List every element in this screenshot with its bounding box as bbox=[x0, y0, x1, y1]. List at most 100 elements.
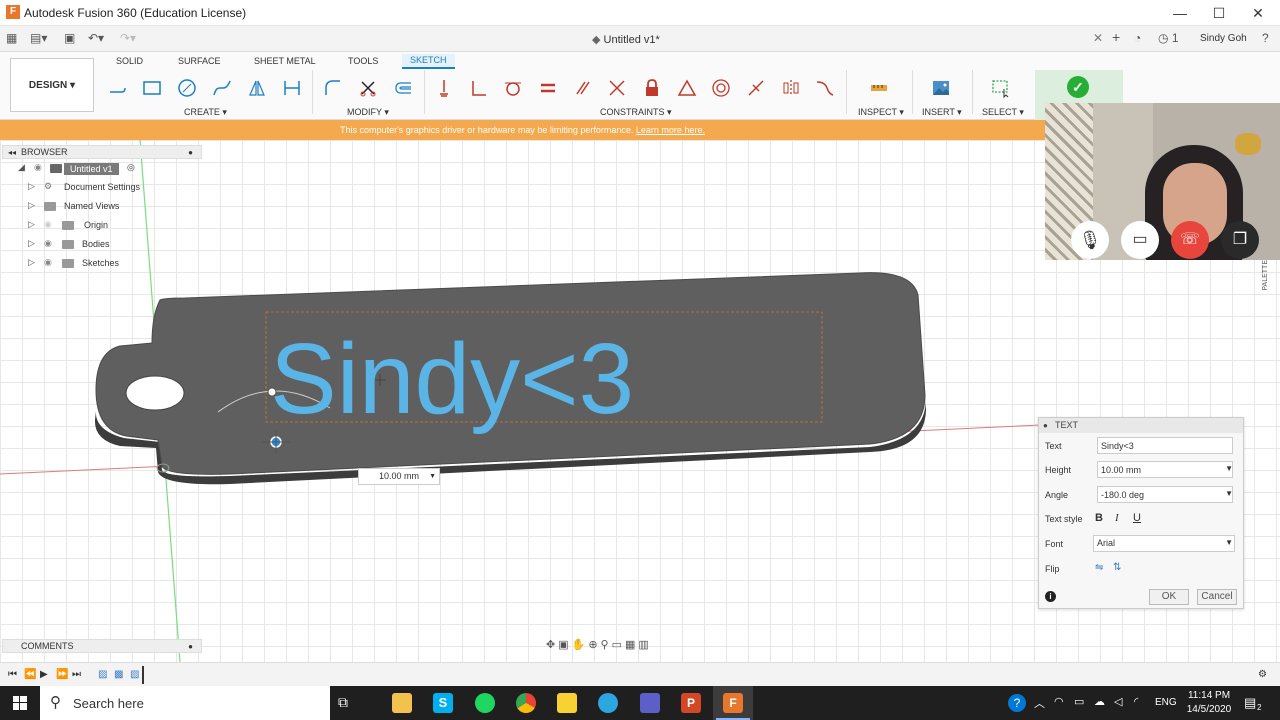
height-caret-icon[interactable]: ▼ bbox=[1225, 464, 1233, 473]
expand-icon[interactable]: ▷ bbox=[28, 257, 35, 268]
action-center-icon[interactable]: ▤ bbox=[1244, 695, 1256, 711]
teams-icon[interactable] bbox=[640, 693, 660, 713]
collapse-icon[interactable]: ◂◂ bbox=[8, 146, 16, 159]
visibility-icon[interactable]: ◉ bbox=[44, 257, 52, 268]
go-to-end-icon[interactable]: ⏭ bbox=[72, 669, 81, 680]
rectangle-tool-icon[interactable] bbox=[139, 76, 165, 100]
visibility-off-icon[interactable]: ◉ bbox=[44, 219, 52, 230]
notifications-icon[interactable]: ◷ 1 bbox=[1158, 31, 1179, 45]
browser-header[interactable]: ◂◂ BROWSER ● bbox=[2, 145, 202, 159]
ok-button[interactable]: OK bbox=[1149, 589, 1189, 605]
circle-tool-icon[interactable] bbox=[174, 76, 200, 100]
play-icon[interactable]: ▶ bbox=[40, 669, 48, 680]
angle-input[interactable] bbox=[1097, 486, 1233, 503]
triangle-constraint-icon[interactable] bbox=[674, 76, 700, 100]
orbit-icon[interactable]: ✥ bbox=[546, 639, 558, 651]
clock-time[interactable]: 11:14 PM bbox=[1186, 690, 1232, 701]
tab-solid[interactable]: SOLID bbox=[116, 56, 143, 66]
spotify-icon[interactable] bbox=[475, 693, 495, 713]
expand-icon[interactable]: ▷ bbox=[28, 200, 35, 211]
network-icon[interactable]: ◠ bbox=[1054, 695, 1064, 708]
angle-caret-icon[interactable]: ▼ bbox=[1225, 489, 1233, 498]
height-input[interactable] bbox=[1097, 461, 1233, 478]
tangent-constraint-icon[interactable] bbox=[500, 76, 526, 100]
file-explorer-icon[interactable] bbox=[392, 693, 412, 713]
clock-date[interactable]: 14/5/2020 bbox=[1186, 704, 1232, 715]
tab-sketch[interactable]: SKETCH bbox=[402, 54, 455, 69]
timeline-feature-icon[interactable]: ▩ bbox=[114, 669, 123, 680]
language-indicator[interactable]: ENG bbox=[1155, 697, 1177, 708]
expand-icon[interactable]: ▷ bbox=[28, 238, 35, 249]
battery-icon[interactable]: ▭ bbox=[1074, 695, 1084, 708]
help-tray-icon[interactable]: ? bbox=[1008, 694, 1026, 712]
activate-icon[interactable]: ◎ bbox=[127, 162, 135, 173]
onedrive-icon[interactable]: ☁ bbox=[1094, 695, 1105, 708]
viewports-icon[interactable]: ▥ bbox=[638, 639, 651, 651]
zoom-window-icon[interactable]: ⊕ bbox=[588, 639, 600, 651]
user-account[interactable]: Sindy Goh bbox=[1200, 33, 1247, 44]
comments-panel[interactable]: COMMENTS ● bbox=[2, 639, 202, 653]
grid-menu-icon[interactable]: ▦ bbox=[6, 31, 17, 45]
modify-menu[interactable]: MODIFY ▾ bbox=[347, 107, 389, 118]
fusion-taskbar-icon[interactable]: F bbox=[723, 693, 743, 713]
expand-icon[interactable]: ▷ bbox=[28, 219, 35, 230]
wifi-icon[interactable]: ◜ bbox=[1134, 695, 1138, 708]
minimize-button[interactable]: — bbox=[1160, 0, 1200, 26]
fillet-tool-icon[interactable] bbox=[320, 76, 346, 100]
start-button[interactable] bbox=[0, 686, 40, 720]
visibility-icon[interactable]: ◉ bbox=[34, 162, 42, 173]
italic-button[interactable]: I bbox=[1115, 512, 1119, 524]
dropdown-caret-icon[interactable]: ▼ bbox=[429, 469, 436, 484]
flip-vertical-icon[interactable]: ⇅ bbox=[1113, 562, 1121, 573]
concentric-constraint-icon[interactable] bbox=[708, 76, 734, 100]
expand-icon[interactable]: ▷ bbox=[28, 181, 35, 192]
workspace-switcher[interactable]: DESIGN ▾ bbox=[10, 58, 94, 112]
inspect-menu[interactable]: INSPECT ▾ bbox=[858, 107, 904, 118]
step-back-icon[interactable]: ⏪ bbox=[24, 669, 36, 680]
chrome-icon[interactable] bbox=[516, 693, 536, 713]
create-menu[interactable]: CREATE ▾ bbox=[184, 107, 227, 118]
timeline-marker[interactable] bbox=[142, 666, 144, 684]
dimension-tool-icon[interactable] bbox=[279, 76, 305, 100]
expand-icon[interactable]: ◢ bbox=[18, 162, 25, 173]
equal-constraint-icon[interactable] bbox=[535, 76, 561, 100]
tree-item-sketches[interactable]: ▷ ◉ Sketches bbox=[2, 254, 202, 273]
mirror-tool-icon[interactable] bbox=[244, 76, 270, 100]
sticky-notes-icon[interactable] bbox=[557, 693, 577, 713]
midpoint-constraint-icon[interactable] bbox=[743, 76, 769, 100]
visibility-icon[interactable]: ◉ bbox=[44, 238, 52, 249]
height-dimension-input[interactable]: 10.00 mm ▼ bbox=[358, 468, 440, 485]
spline-tool-icon[interactable] bbox=[209, 76, 235, 100]
learn-more-link[interactable]: Learn more here. bbox=[636, 125, 705, 135]
timeline-feature-icon[interactable]: ▨ bbox=[98, 669, 107, 680]
collapse-icon[interactable]: ● bbox=[1043, 418, 1048, 433]
insert-menu[interactable]: INSERT ▾ bbox=[922, 107, 962, 118]
trim-tool-icon[interactable] bbox=[355, 76, 381, 100]
zoom-icon[interactable]: ⚲ bbox=[601, 639, 612, 651]
select-menu[interactable]: SELECT ▾ bbox=[982, 107, 1024, 118]
timeline-settings-icon[interactable]: ⚙ bbox=[1258, 669, 1267, 680]
tab-surface[interactable]: SURFACE bbox=[178, 56, 221, 66]
dialog-header[interactable]: ● TEXT bbox=[1039, 418, 1243, 433]
grid-settings-icon[interactable]: ▦ bbox=[625, 639, 638, 651]
font-caret-icon[interactable]: ▼ bbox=[1225, 538, 1233, 547]
tree-item-origin[interactable]: ▷ ◉ Origin bbox=[2, 216, 202, 235]
save-icon[interactable]: ▣ bbox=[64, 31, 75, 45]
info-icon[interactable]: i bbox=[1045, 591, 1056, 602]
task-view-icon[interactable]: ⧉ bbox=[338, 694, 348, 711]
undo-icon[interactable]: ↶▾ bbox=[88, 31, 104, 45]
hang-up-icon[interactable]: ☏ bbox=[1171, 221, 1209, 259]
underline-button[interactable]: U bbox=[1133, 512, 1141, 524]
constraints-menu[interactable]: CONSTRAINTS ▾ bbox=[600, 107, 672, 118]
line-tool-icon[interactable] bbox=[104, 76, 130, 100]
parallel-constraint-icon[interactable] bbox=[570, 76, 596, 100]
display-settings-icon[interactable]: ▭ bbox=[612, 639, 625, 651]
palette-label[interactable]: PALETTE bbox=[1262, 260, 1269, 291]
bold-button[interactable]: B bbox=[1095, 512, 1103, 524]
close-tab-icon[interactable]: ✕ bbox=[1093, 31, 1103, 45]
step-forward-icon[interactable]: ⏩ bbox=[56, 669, 68, 680]
perpendicular-constraint-icon[interactable] bbox=[466, 76, 492, 100]
document-tab[interactable]: ◆ Untitled v1* bbox=[592, 33, 660, 46]
redo-icon[interactable]: ↷▾ bbox=[120, 31, 136, 45]
tab-sheet-metal[interactable]: SHEET METAL bbox=[254, 56, 316, 66]
